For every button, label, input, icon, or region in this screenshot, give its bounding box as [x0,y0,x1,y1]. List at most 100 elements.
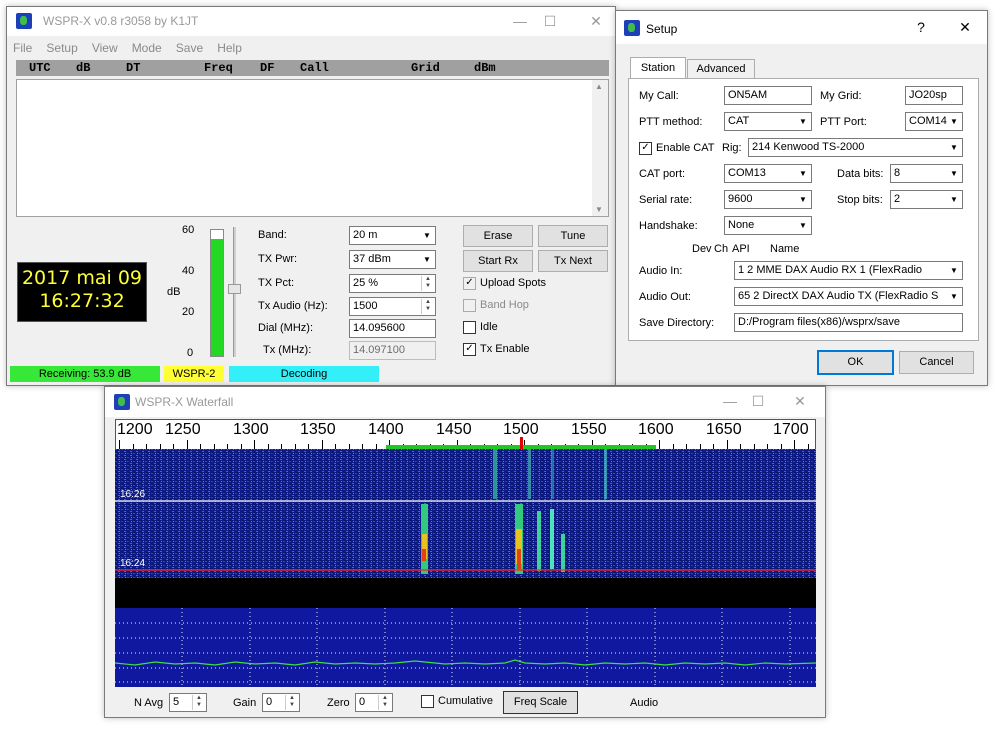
enable-cat-checkbox[interactable]: ✓ [639,142,652,155]
handshake-select[interactable]: None ▼ [724,216,812,235]
waterfall-spacer [115,578,816,608]
status-mode: WSPR-2 [164,366,224,382]
scroll-up-arrow-icon[interactable]: ▲ [595,82,603,91]
stop-bits-label: Stop bits: [837,194,883,206]
help-button[interactable]: ? [898,13,944,42]
freq-scale-button[interactable]: Freq Scale [503,691,578,714]
serial-rate-select[interactable]: 9600 ▼ [724,190,812,209]
dial-input[interactable]: 14.095600 [349,319,436,338]
tx-frequency-marker [520,437,523,449]
txpct-spinbox[interactable]: 25 % ▲ ▼ [349,274,436,293]
band-label: Band: [258,229,287,241]
scale-label-1550: 1550 [571,421,607,438]
col-grid: Grid [411,61,440,75]
data-bits-label: Data bits: [837,168,884,180]
maximize-button[interactable]: ☐ [527,7,573,36]
txpwr-select[interactable]: 37 dBm ▼ [349,250,436,269]
spin-arrows-icon[interactable]: ▲ ▼ [421,299,434,314]
my-grid-input[interactable]: JO20sp [905,86,963,105]
menu-save[interactable]: Save [176,41,203,55]
spin-arrows-icon[interactable]: ▲ ▼ [192,695,205,710]
menu-file[interactable]: File [13,41,32,55]
decode-scrollbar[interactable]: ▲ ▼ [592,80,608,216]
zero-label: Zero [327,697,350,709]
spectrum-plot [115,608,816,687]
audio-in-value: 1 2 MME DAX Audio RX 1 (FlexRadio [738,264,923,276]
wsprx-app-icon [16,13,32,29]
audio-out-label: Audio Out: [639,291,691,303]
data-bits-select[interactable]: 8 ▼ [890,164,963,183]
data-bits-value: 8 [894,167,901,179]
decode-text-area[interactable]: ▲ ▼ [16,79,609,217]
cumulative-checkbox[interactable] [421,695,434,708]
cumulative-label: Cumulative [438,695,494,707]
spectrum-display [115,608,816,687]
ptt-port-select[interactable]: COM14 ▼ [905,112,963,131]
tab-station[interactable]: Station [630,57,686,79]
spin-arrows-icon[interactable]: ▲ ▼ [421,276,434,291]
col-utc: UTC [29,61,51,75]
clock-date: 2017 mai 09 [21,267,143,289]
rig-select[interactable]: 214 Kenwood TS-2000 ▼ [748,138,963,157]
col-freq: Freq [204,61,233,75]
ptt-method-select[interactable]: CAT ▼ [724,112,812,131]
scale-label-1700: 1700 [773,421,809,438]
menu-help[interactable]: Help [217,41,242,55]
meter-tick-0: 0 [187,347,194,359]
tx-freq-input: 14.097100 [349,341,436,360]
ok-button[interactable]: OK [817,350,894,375]
dropdown-arrow-icon: ▼ [420,252,434,267]
scale-label-1650: 1650 [706,421,742,438]
navg-spinbox[interactable]: 5 ▲ ▼ [169,693,207,712]
audio-out-select[interactable]: 65 2 DirectX DAX Audio TX (FlexRadio S ▼ [734,287,963,306]
scale-label-1250: 1250 [165,421,201,438]
audio-in-select[interactable]: 1 2 MME DAX Audio RX 1 (FlexRadio ▼ [734,261,963,280]
dropdown-arrow-icon: ▼ [796,166,810,181]
gain-slider-handle[interactable] [228,284,241,294]
txpwr-label: TX Pwr: [258,253,298,265]
cat-port-select[interactable]: COM13 ▼ [724,164,812,183]
tab-advanced[interactable]: Advanced [687,59,755,78]
idle-checkbox[interactable] [463,321,476,334]
erase-button[interactable]: Erase [463,225,533,247]
tune-button[interactable]: Tune [538,225,608,247]
my-call-label: My Call: [639,90,679,102]
my-grid-value: JO20sp [909,89,947,101]
stop-bits-select[interactable]: 2 ▼ [890,190,963,209]
scroll-down-arrow-icon[interactable]: ▼ [595,205,603,214]
gain-value: 0 [266,696,273,708]
txaudio-spinbox[interactable]: 1500 ▲ ▼ [349,297,436,316]
ptt-method-label: PTT method: [639,116,703,128]
waterfall-close-button[interactable]: ✕ [777,387,823,416]
menu-view[interactable]: View [92,41,118,55]
zero-spinbox[interactable]: 0 ▲ ▼ [355,693,393,712]
menu-mode[interactable]: Mode [132,41,162,55]
start-rx-button[interactable]: Start Rx [463,250,533,272]
close-button[interactable]: ✕ [573,7,619,36]
upload-spots-label: Upload Spots [480,277,547,289]
save-directory-input[interactable]: D:/Program files(x86)/wsprx/save [734,313,963,332]
tx-next-button[interactable]: Tx Next [538,250,608,272]
signal-meter [210,229,224,357]
cancel-button[interactable]: Cancel [899,351,974,374]
tx-enable-checkbox[interactable]: ✓ [463,343,476,356]
menu-setup[interactable]: Setup [46,41,77,55]
save-directory-value: D:/Program files(x86)/wsprx/save [738,316,900,328]
spin-arrows-icon[interactable]: ▲ ▼ [285,695,298,710]
spin-arrows-icon[interactable]: ▲ ▼ [378,695,391,710]
audio-label: Audio [630,697,659,709]
decode-table-header: UTC dB DT Freq DF Call Grid dBm [16,60,609,76]
band-select[interactable]: 20 m ▼ [349,226,436,245]
main-titlebar: WSPR-X v0.8 r3058 by K1JT — ☐ ✕ [7,7,615,36]
scale-label-1200: 1200 [117,421,153,438]
upload-spots-checkbox[interactable]: ✓ [463,277,476,290]
waterfall-maximize-button[interactable]: ☐ [735,387,781,416]
utc-clock: 2017 mai 09 16:27:32 [17,262,147,322]
setup-close-button[interactable]: ✕ [942,13,988,42]
tx-freq-value: 14.097100 [353,344,405,356]
waterfall-window: WSPR-X Waterfall — ☐ ✕ 1200 1250 1300 13… [104,386,826,718]
my-call-input[interactable]: ON5AM [724,86,812,105]
waterfall-display[interactable]: 16:26 16:24 [115,449,816,578]
dropdown-arrow-icon: ▼ [947,263,961,278]
gain-spinbox[interactable]: 0 ▲ ▼ [262,693,300,712]
